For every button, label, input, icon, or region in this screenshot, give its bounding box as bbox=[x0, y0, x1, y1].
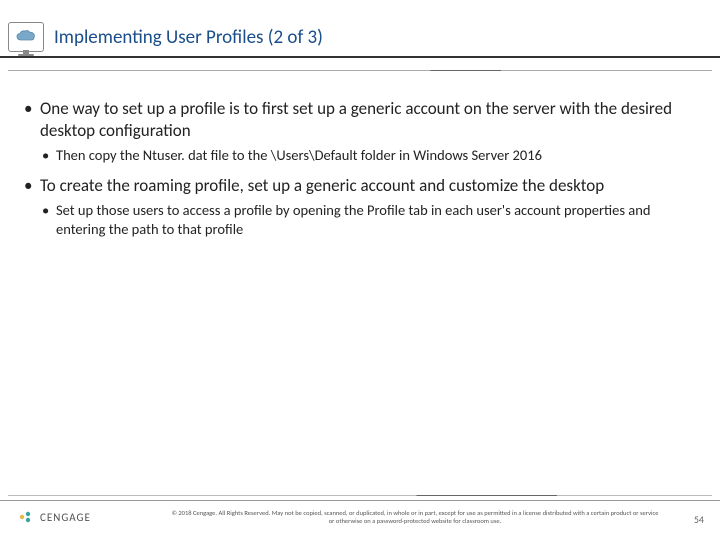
logo-text: CENGAGE bbox=[40, 511, 91, 524]
bullet-text: One way to set up a profile is to first … bbox=[40, 98, 672, 141]
header-divider bbox=[8, 70, 712, 71]
sub-bullet-text: Set up those users to access a profile b… bbox=[56, 201, 650, 238]
logo-mark-icon bbox=[18, 509, 34, 525]
copyright-text: © 2018 Cengage. All Rights Reserved. May… bbox=[170, 509, 660, 526]
cengage-logo: CENGAGE bbox=[18, 509, 91, 525]
cloud-monitor-icon bbox=[8, 22, 44, 52]
sub-bullet-item: Set up those users to access a profile b… bbox=[40, 201, 698, 239]
monitor-stand-decoration bbox=[14, 50, 38, 58]
sub-bullet-item: Then copy the Ntuser. dat file to the \U… bbox=[40, 146, 698, 165]
slide-footer: CENGAGE © 2018 Cengage. All Rights Reser… bbox=[0, 500, 720, 540]
bullet-item: To create the roaming profile, set up a … bbox=[22, 175, 698, 239]
bullet-text: To create the roaming profile, set up a … bbox=[40, 175, 604, 196]
bullet-item: One way to set up a profile is to first … bbox=[22, 98, 698, 165]
footer-divider bbox=[8, 495, 712, 496]
slide-content: One way to set up a profile is to first … bbox=[0, 58, 720, 239]
page-number: 54 bbox=[694, 513, 704, 526]
sub-bullet-text: Then copy the Ntuser. dat file to the \U… bbox=[56, 146, 542, 164]
slide-title: Implementing User Profiles (2 of 3) bbox=[54, 26, 323, 49]
slide-header: Implementing User Profiles (2 of 3) bbox=[0, 0, 720, 58]
